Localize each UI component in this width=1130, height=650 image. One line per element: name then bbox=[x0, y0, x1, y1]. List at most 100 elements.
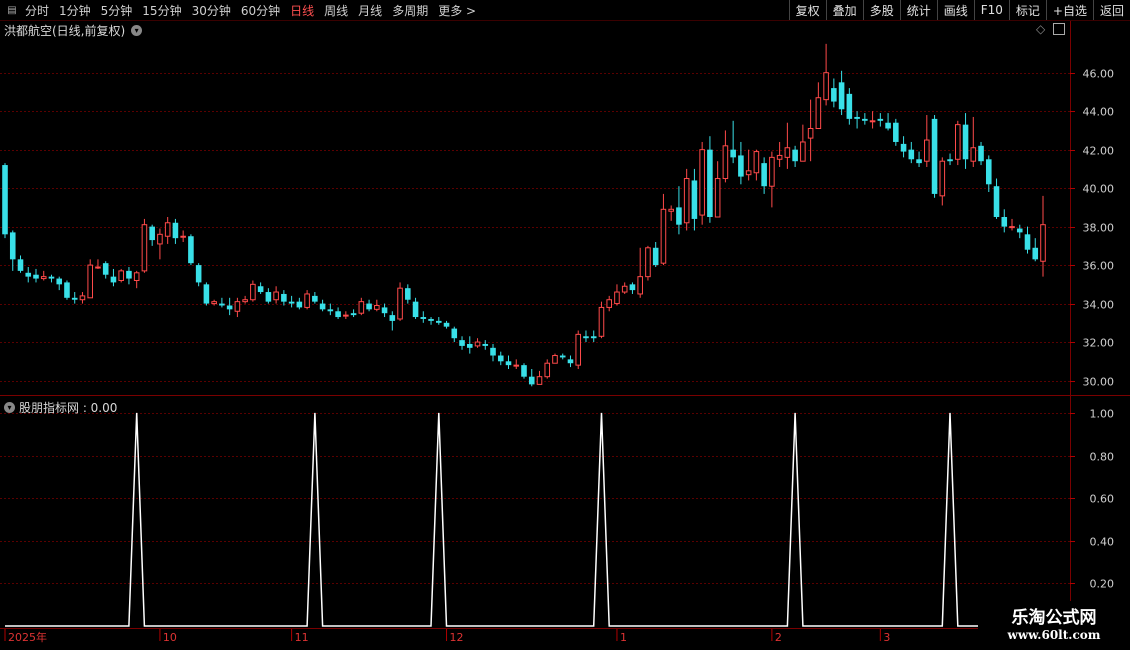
indicator-title: 股朋指标网 : 0.00 bbox=[19, 401, 118, 415]
candle-body bbox=[730, 149, 736, 158]
candle-body bbox=[869, 120, 876, 123]
candle-body bbox=[536, 376, 543, 385]
candle-body bbox=[908, 149, 915, 160]
y-tick-label: 30.00 bbox=[1083, 376, 1115, 389]
candle-body bbox=[676, 207, 682, 225]
y-tick-label: 36.00 bbox=[1083, 260, 1115, 273]
candle-body bbox=[188, 236, 194, 264]
candle-body bbox=[102, 263, 109, 275]
candle-body bbox=[436, 320, 442, 323]
candle-body bbox=[319, 303, 326, 310]
candle-body bbox=[714, 178, 721, 218]
candle-body bbox=[195, 265, 202, 283]
candle-body bbox=[250, 283, 256, 301]
y-tick-label: 1.00 bbox=[1090, 408, 1115, 421]
chevron-down-icon[interactable]: ▾ bbox=[4, 402, 15, 413]
candle-body bbox=[133, 272, 140, 281]
candle-body bbox=[327, 309, 334, 312]
candle-body bbox=[761, 163, 767, 187]
chevron-down-icon[interactable]: ▾ bbox=[131, 25, 143, 36]
candle-body bbox=[48, 276, 55, 279]
candle-body bbox=[831, 88, 837, 102]
candle-body bbox=[583, 336, 589, 339]
candle-body bbox=[838, 82, 845, 110]
y-tick-label: 40.00 bbox=[1083, 183, 1115, 196]
watermark: 乐淘公式网 www.60lt.com bbox=[978, 601, 1130, 650]
candle-body bbox=[769, 156, 775, 187]
candle-body bbox=[366, 303, 372, 310]
window-toggle-icon[interactable] bbox=[1053, 23, 1066, 35]
candle-body bbox=[33, 274, 39, 279]
candle-body bbox=[335, 311, 341, 318]
candle-body bbox=[1040, 224, 1046, 262]
candle-body bbox=[118, 270, 124, 281]
candle-body bbox=[962, 124, 969, 160]
y-tick-label: 44.00 bbox=[1083, 106, 1115, 119]
diamond-icon[interactable]: ◇ bbox=[1036, 22, 1045, 36]
candle-body bbox=[17, 259, 24, 271]
candle-body bbox=[722, 145, 729, 180]
candle-body bbox=[203, 284, 210, 304]
candle-body bbox=[660, 208, 667, 264]
x-tick-label: 2 bbox=[775, 631, 782, 644]
candle-body bbox=[776, 154, 783, 160]
candle-body bbox=[242, 299, 248, 303]
candle-body bbox=[40, 276, 47, 280]
candle-body bbox=[792, 149, 798, 162]
indicator-line bbox=[5, 412, 997, 627]
candle-body bbox=[381, 307, 388, 314]
candle-body bbox=[126, 270, 132, 279]
candle-body bbox=[993, 186, 1000, 217]
candle-body bbox=[807, 128, 814, 139]
y-tick-label: 0.40 bbox=[1090, 536, 1115, 549]
candle-body bbox=[621, 285, 628, 293]
candle-body bbox=[1001, 217, 1008, 227]
candle-body bbox=[707, 149, 713, 217]
x-tick-label: 10 bbox=[163, 631, 177, 644]
candle-body bbox=[645, 247, 651, 278]
candle-body bbox=[978, 145, 984, 162]
candle-body bbox=[738, 155, 744, 177]
candle-body bbox=[234, 301, 241, 312]
candle-body bbox=[149, 226, 155, 241]
candle-body bbox=[544, 362, 551, 378]
y-tick-label: 0.60 bbox=[1090, 493, 1115, 506]
candle-body bbox=[172, 222, 179, 239]
candle-body bbox=[304, 293, 310, 308]
candle-body bbox=[482, 343, 489, 346]
candle-body bbox=[358, 301, 365, 314]
candle-body bbox=[970, 147, 977, 162]
candle-body bbox=[87, 264, 93, 299]
candle-body bbox=[505, 361, 512, 366]
candle-body bbox=[629, 284, 636, 291]
candle-body bbox=[985, 159, 992, 185]
candle-body bbox=[296, 301, 303, 308]
stock-title: 洪都航空(日线,前复权) bbox=[4, 24, 126, 38]
candle-body bbox=[64, 282, 70, 298]
watermark-url: www.60lt.com bbox=[1007, 628, 1101, 642]
candle-body bbox=[312, 295, 318, 302]
candle-body bbox=[2, 165, 8, 235]
candle-body bbox=[815, 97, 822, 129]
candle-body bbox=[1016, 228, 1023, 233]
candle-body bbox=[265, 292, 272, 302]
candle-body bbox=[56, 278, 63, 285]
candle-body bbox=[823, 72, 829, 101]
candle-body bbox=[9, 232, 16, 260]
y-tick-label: 0.80 bbox=[1090, 451, 1115, 464]
candle-body bbox=[71, 297, 78, 300]
x-tick-label: 3 bbox=[883, 631, 890, 644]
candle-body bbox=[567, 359, 574, 364]
candle-body bbox=[110, 276, 117, 283]
candle-body bbox=[490, 347, 496, 356]
candle-body bbox=[389, 315, 396, 321]
candle-body bbox=[528, 376, 535, 385]
candle-body bbox=[443, 322, 450, 327]
candle-body bbox=[497, 355, 504, 362]
candle-body bbox=[273, 291, 279, 301]
candle-body bbox=[559, 355, 566, 358]
candle-body bbox=[846, 93, 853, 119]
candle-body bbox=[877, 118, 884, 121]
candle-body bbox=[79, 295, 86, 301]
candle-body bbox=[350, 313, 357, 316]
